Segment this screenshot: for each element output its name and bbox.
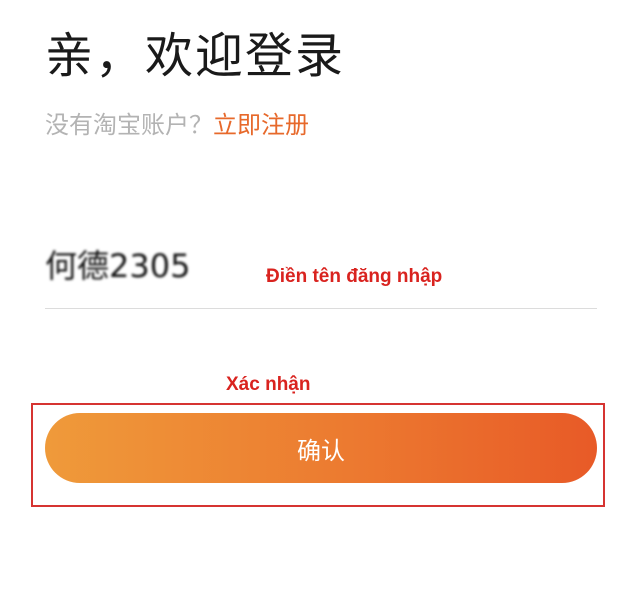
register-prompt: 没有淘宝账户？立即注册 [45, 108, 309, 142]
annotation-username-hint: Điền tên đăng nhập [266, 266, 443, 287]
register-link[interactable]: 立即注册 [213, 111, 309, 139]
annotation-confirm-hint: Xác nhận [226, 374, 311, 395]
confirm-button[interactable]: 确认 [45, 413, 597, 483]
page-title: 亲，欢迎登录 [45, 28, 346, 84]
input-underline [45, 308, 597, 309]
no-account-text: 没有淘宝账户？ [45, 111, 213, 139]
